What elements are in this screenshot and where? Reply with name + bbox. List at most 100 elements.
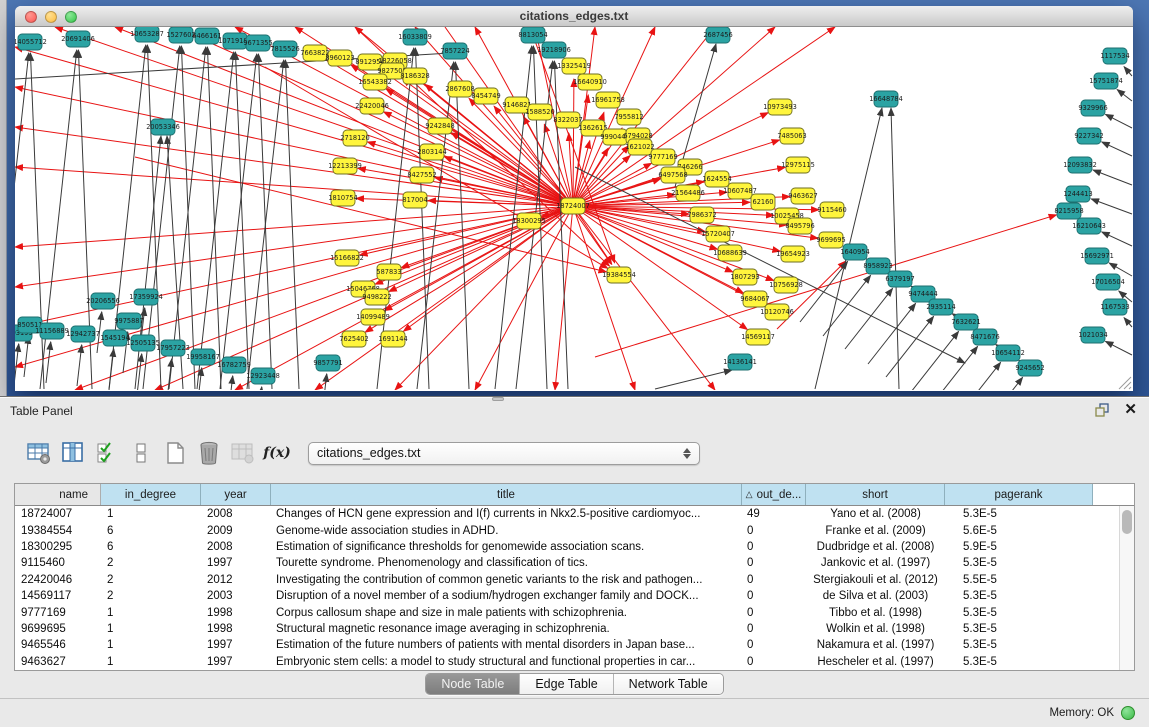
graph-node[interactable]: 587833 [376,264,401,280]
citation-edge[interactable] [235,206,573,390]
graph-node[interactable]: 2718120 [340,130,369,146]
citation-edge[interactable] [207,47,221,389]
table-cell[interactable]: 6 [101,539,201,555]
function-builder-button[interactable]: f(x) [260,438,294,468]
graph-node[interactable]: 2803144 [417,144,446,160]
graph-node[interactable]: 11156889 [35,323,69,339]
graph-node[interactable]: 17359924 [129,289,163,305]
graph-node[interactable]: 7857224 [440,43,469,59]
graph-node[interactable]: 16640910 [573,74,607,90]
citation-edge[interactable] [573,79,574,206]
citation-edge[interactable] [1102,232,1132,246]
citation-edge[interactable] [1093,170,1132,185]
graph-node[interactable]: 9227342 [1074,128,1103,144]
citation-edge[interactable] [257,387,262,390]
graph-node[interactable]: 9498222 [362,289,391,305]
network-canvas[interactable]: 1872400718300295766382289601238912954182… [15,27,1133,390]
table-cell[interactable]: 9115460 [15,555,101,571]
table-cell[interactable]: 2012 [201,572,271,588]
citation-edge[interactable] [1124,67,1132,76]
graph-node[interactable]: 7485063 [777,128,806,144]
table-cell[interactable]: 2008 [201,539,271,555]
table-cell[interactable]: Dudbridge et al. (2008) [806,539,945,555]
close-panel-icon[interactable]: ✕ [1124,402,1137,418]
graph-node[interactable]: 16210643 [1072,218,1106,234]
citation-edge[interactable] [15,206,573,367]
table-cell[interactable]: 0 [742,604,806,620]
minimize-window-button[interactable] [45,11,57,23]
graph-node[interactable]: 1691144 [378,331,407,347]
graph-node[interactable]: 9699695 [816,232,845,248]
citation-edge[interactable] [1105,341,1132,355]
graph-node[interactable]: 19958167 [186,349,220,365]
table-cell[interactable]: 2 [101,588,201,604]
citation-edge[interactable] [15,127,573,206]
table-cell[interactable]: 5.3E-5 [945,506,1093,522]
graph-node[interactable]: 16782759 [217,357,251,373]
splitter-grip[interactable] [492,397,504,401]
column-header-title[interactable]: title [271,484,742,505]
show-columns-button[interactable] [56,438,90,468]
citation-edge[interactable] [24,336,29,377]
citation-edge[interactable] [247,60,284,389]
graph-node[interactable]: 62160 [751,194,775,210]
graph-node[interactable]: 1807293 [730,269,759,285]
citation-edge[interactable] [15,47,573,206]
network-window-titlebar[interactable]: citations_edges.txt [15,6,1133,27]
graph-node[interactable]: 12975115 [781,157,815,173]
graph-node[interactable]: 8495796 [785,218,814,234]
citation-edge[interactable] [1105,114,1132,128]
table-cell[interactable]: Genome-wide association studies in ADHD. [271,522,742,538]
table-cell[interactable]: 5.6E-5 [945,522,1093,538]
graph-node[interactable]: 16543382 [358,74,392,90]
citation-edge[interactable] [655,370,732,389]
citation-edge[interactable] [573,206,715,390]
graph-node[interactable]: 19654923 [776,246,810,262]
graph-node[interactable]: 2867608 [445,81,474,97]
graph-node[interactable]: 15166822 [330,250,364,266]
graph-node[interactable]: 13325419 [557,58,591,74]
graph-node[interactable]: 7632621 [951,314,980,330]
window-resize-grip[interactable] [1119,377,1131,389]
table-cell[interactable]: 0 [742,621,806,637]
table-mode-button[interactable] [22,438,56,468]
citation-edge[interactable] [220,54,257,389]
graph-node[interactable]: 12093832 [1063,157,1097,173]
table-scrollbar[interactable] [1119,506,1134,670]
graph-node[interactable]: 8186328 [400,68,429,84]
graph-node[interactable]: 7815526 [270,41,299,57]
table-cell[interactable]: Disruption of a novel member of a sodium… [271,588,742,604]
graph-node[interactable]: 15751874 [1089,73,1123,89]
table-cell[interactable]: 5.9E-5 [945,539,1093,555]
graph-node[interactable]: 18300295 [512,213,546,229]
table-cell[interactable]: 2008 [201,506,271,522]
table-cell[interactable]: 9465546 [15,637,101,653]
graph-node[interactable]: 14055712 [15,34,47,50]
graph-node[interactable]: 9329966 [1078,100,1107,116]
graph-node[interactable]: 1021034 [1078,327,1107,343]
citation-edge[interactable] [235,52,249,389]
table-cell[interactable]: Nakamura et al. (1997) [806,637,945,653]
graph-node[interactable]: 10654112 [991,345,1025,361]
graph-node[interactable]: 10756928 [769,277,803,293]
graph-node[interactable]: 8960123 [325,50,354,66]
select-all-button[interactable] [90,438,124,468]
graph-node[interactable]: 10653287 [130,27,164,42]
table-cell[interactable]: Corpus callosum shape and size in male p… [271,604,742,620]
table-cell[interactable]: 49 [742,506,806,522]
graph-node[interactable]: 6497568 [658,167,687,183]
graph-node[interactable]: 14136141 [723,354,757,370]
table-cell[interactable]: 1998 [201,621,271,637]
graph-node[interactable]: 20053346 [146,119,180,135]
table-cell[interactable]: Tourette syndrome. Phenomenology and cla… [271,555,742,571]
table-cell[interactable]: 5.3E-5 [945,621,1093,637]
citation-edge[interactable] [975,377,1023,390]
window-resize-grip[interactable] [1129,387,1131,389]
table-cell[interactable]: 5.3E-5 [945,654,1093,670]
table-cell[interactable]: 0 [742,555,806,571]
table-cell[interactable]: 1 [101,506,201,522]
citation-edge[interactable] [953,362,1001,390]
table-cell[interactable]: 5.3E-5 [945,555,1093,571]
graph-node[interactable]: 7625402 [339,331,368,347]
citation-edge[interactable] [891,108,899,389]
